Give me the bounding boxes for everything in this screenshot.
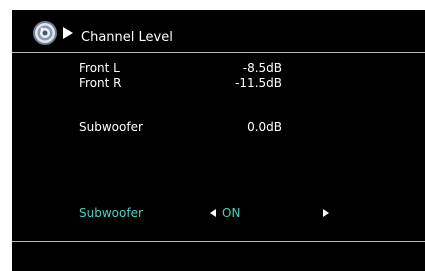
header-divider	[12, 52, 425, 53]
channel-value-front-r: -11.5dB	[235, 76, 282, 90]
channel-label-subwoofer: Subwoofer	[79, 120, 143, 134]
header: Channel Level	[12, 10, 425, 52]
channel-label-front-r: Front R	[79, 76, 122, 90]
subwoofer-setting-label[interactable]: Subwoofer	[79, 206, 189, 220]
play-arrow-icon	[63, 27, 73, 39]
subwoofer-setting-value[interactable]: ON	[222, 206, 240, 220]
screen-title: Channel Level	[81, 30, 173, 45]
footer-divider	[12, 241, 425, 242]
speaker-icon	[33, 21, 57, 45]
channel-label-front-l: Front L	[79, 61, 120, 75]
arrow-right-icon[interactable]	[323, 209, 329, 217]
arrow-left-icon[interactable]	[210, 209, 216, 217]
channel-value-front-l: -8.5dB	[242, 61, 282, 75]
channel-level-screen: Channel Level Front L -8.5dB Front R -11…	[12, 10, 425, 271]
channel-value-subwoofer: 0.0dB	[247, 120, 282, 134]
